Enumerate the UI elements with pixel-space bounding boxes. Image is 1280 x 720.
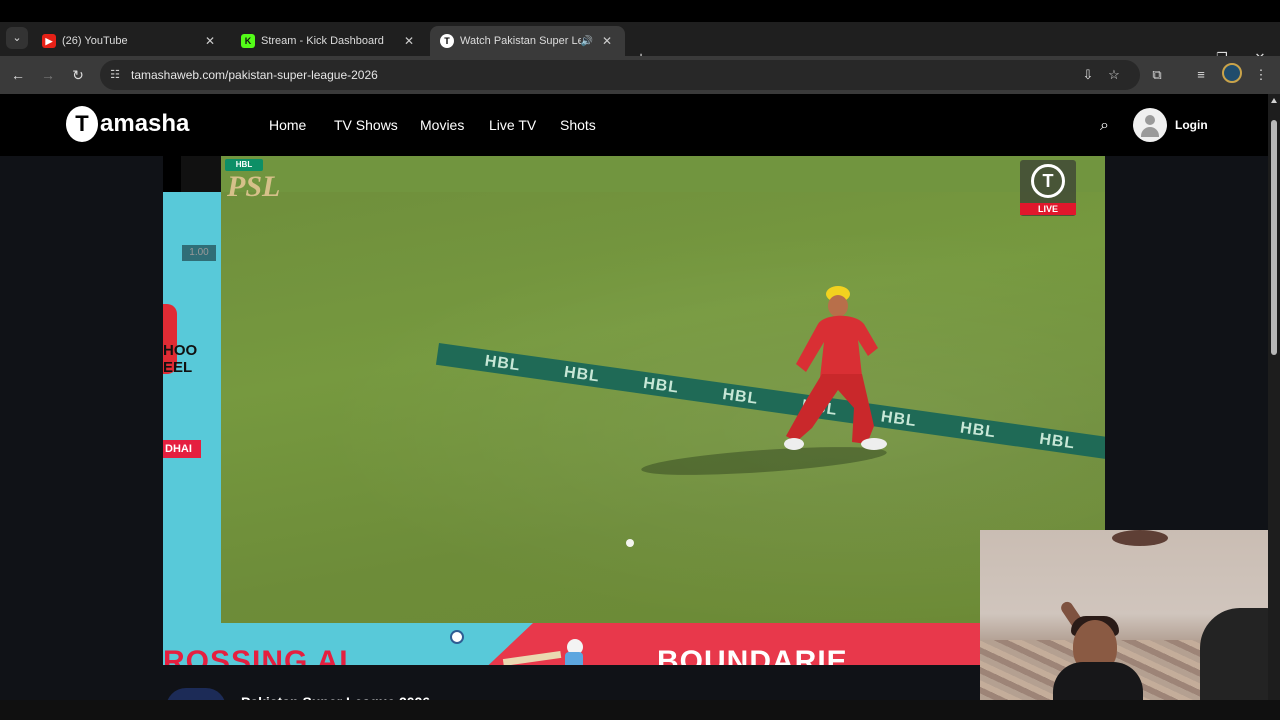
reload-icon[interactable]: ↻ <box>68 65 88 85</box>
sponsor-text: HBL <box>1038 430 1077 453</box>
cricket-field: HBL HBL HBL HBL HBL HBL HBL HBL HBL HBL … <box>221 192 1105 623</box>
sponsor-text: HBL <box>483 352 522 375</box>
kick-icon: K <box>241 34 255 48</box>
sponsor-brand-line: HOO <box>163 342 198 359</box>
search-icon[interactable]: ⌕ <box>1100 118 1116 134</box>
close-icon[interactable]: ✕ <box>599 34 615 48</box>
tab-watch-psl[interactable]: T Watch Pakistan Super Leag 🔊 ✕ <box>430 26 625 56</box>
tab-youtube[interactable]: ▶ (26) YouTube ✕ <box>32 26 228 56</box>
nav-shots[interactable]: Shots <box>560 117 596 133</box>
bookmark-star-icon[interactable]: ☆ <box>1106 67 1122 83</box>
graphic-banner: ROSSING AL BOUNDARIE <box>163 623 1105 665</box>
scroll-up-icon[interactable] <box>1271 98 1277 103</box>
sponsor-text: HBL <box>721 386 760 408</box>
psl-logo: PSL <box>227 170 281 203</box>
nav-tv-shows[interactable]: TV Shows <box>334 117 398 133</box>
close-icon[interactable]: ✕ <box>401 34 417 48</box>
webcam-overlay <box>980 530 1280 700</box>
sponsor-text: HBL <box>642 374 681 397</box>
webcam-shirt <box>1053 662 1143 700</box>
youtube-icon: ▶ <box>42 34 56 48</box>
tab-title: Stream - Kick Dashboard <box>261 35 384 47</box>
taskbar-edge <box>0 700 1280 720</box>
nav-live-tv[interactable]: Live TV <box>489 117 536 133</box>
sponsor-text: HBL <box>562 363 601 386</box>
extensions-icon[interactable]: ⧉ <box>1148 66 1166 84</box>
playback-time: 1.00 <box>182 245 216 261</box>
sponsor-brand-line: EEL <box>163 359 193 376</box>
install-app-icon[interactable]: ⇩ <box>1080 67 1096 83</box>
scroll-thumb[interactable] <box>1271 120 1277 355</box>
sponsor-brand-text: HOO EEL <box>163 342 197 376</box>
user-avatar[interactable] <box>1133 108 1167 142</box>
media-controls-icon[interactable]: ≡ <box>1192 66 1210 84</box>
close-icon[interactable]: ✕ <box>202 34 218 48</box>
tab-search-icon[interactable]: ⌄ <box>6 27 28 49</box>
banner-left-text: ROSSING AL <box>163 645 359 665</box>
live-channel-logo: T LIVE <box>1020 160 1076 216</box>
window-top-bar <box>0 0 1280 22</box>
player-top-strip <box>163 156 221 192</box>
tab-strip: ⌄ ▶ (26) YouTube ✕ K Stream - Kick Dashb… <box>0 22 1280 67</box>
video-player[interactable]: HBL HBL HBL HBL HBL HBL HBL HBL HBL HBL … <box>163 156 1105 665</box>
tamasha-icon: T <box>440 34 454 48</box>
sponsor-tag: DHAI <box>163 440 201 458</box>
cricket-ball <box>626 539 634 547</box>
nav-movies[interactable]: Movies <box>420 117 464 133</box>
login-button[interactable]: Login <box>1175 118 1208 132</box>
tamasha-logo-mark: T <box>66 106 98 142</box>
menu-icon[interactable]: ⋮ <box>1252 66 1270 84</box>
tab-title: (26) YouTube <box>62 35 128 47</box>
banner-right-text: BOUNDARIE <box>657 645 848 665</box>
url-text[interactable]: tamashaweb.com/pakistan-super-league-202… <box>131 68 378 82</box>
back-icon[interactable]: ← <box>8 65 28 85</box>
profile-avatar[interactable] <box>1222 63 1242 83</box>
site-info-icon[interactable]: ☷ <box>108 68 122 82</box>
tab-kick-dashboard[interactable]: K Stream - Kick Dashboard ✕ <box>231 26 427 56</box>
speaker-icon[interactable]: 🔊 <box>581 36 593 47</box>
sponsor-text: HBL <box>959 419 997 442</box>
nav-home[interactable]: Home <box>269 117 306 133</box>
page-scrollbar[interactable] <box>1268 94 1280 720</box>
forward-icon[interactable]: → <box>38 65 58 85</box>
field-shade <box>221 192 1105 623</box>
player-letterbox <box>163 156 181 192</box>
fielder-figure <box>784 286 887 450</box>
tamasha-live-icon: T <box>1031 164 1065 198</box>
batsman-illustration <box>502 639 583 665</box>
tamasha-logo-text: amasha <box>100 110 190 137</box>
webcam-ceiling-shadow <box>1112 530 1168 546</box>
address-bar[interactable]: ☷ tamashaweb.com/pakistan-super-league-2… <box>100 60 1140 90</box>
live-badge: LIVE <box>1020 203 1076 215</box>
site-header: T amasha Home TV Shows Movies Live TV Sh… <box>0 94 1268 156</box>
browser-toolbar: ← → ↻ ☷ tamashaweb.com/pakistan-super-le… <box>0 56 1280 94</box>
ball-icon <box>450 630 464 644</box>
tab-title: Watch Pakistan Super Leag <box>460 35 581 47</box>
tamasha-logo[interactable]: T amasha <box>66 106 189 142</box>
